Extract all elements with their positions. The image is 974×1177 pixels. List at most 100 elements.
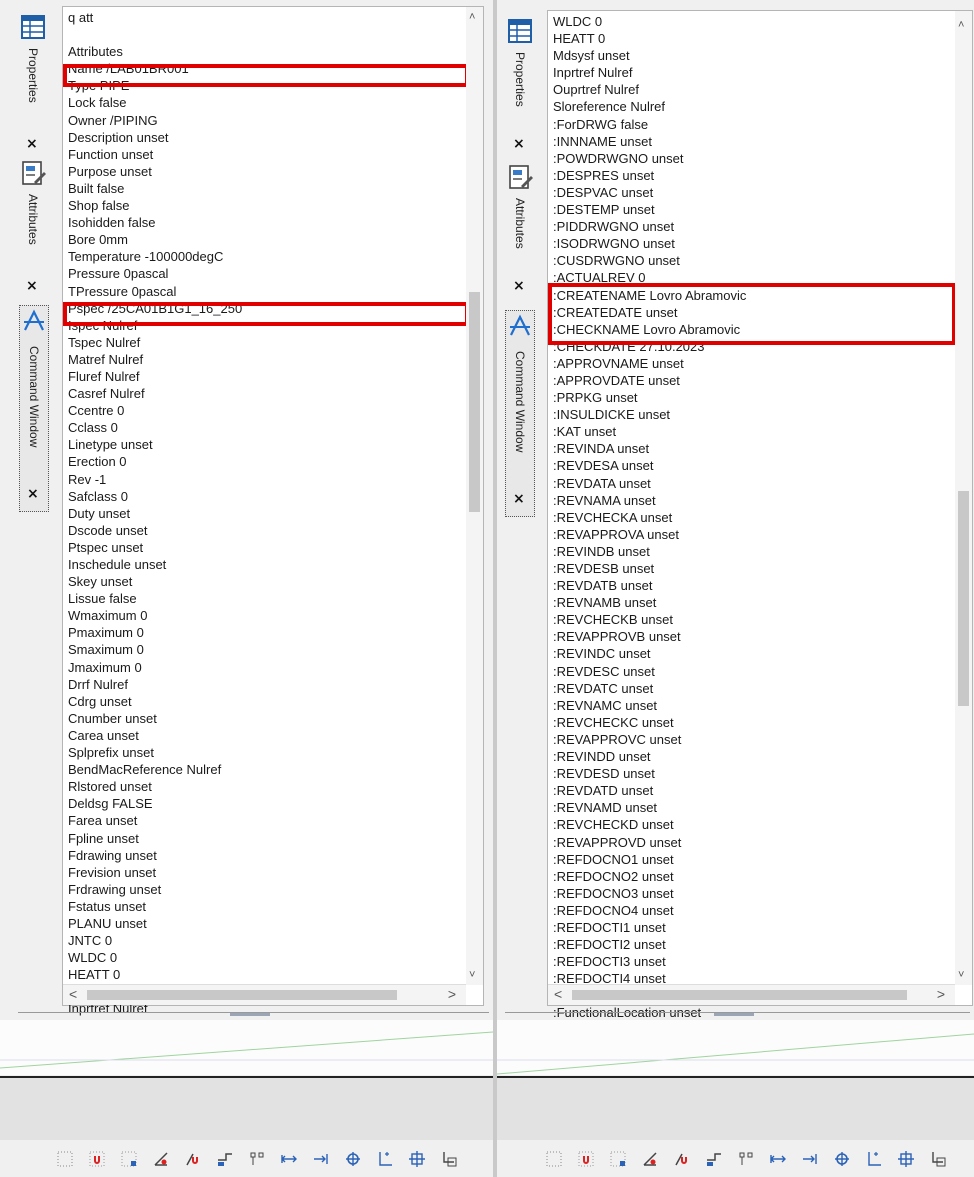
tab-attributes[interactable]: Attributes ×: [505, 164, 535, 294]
highlight-box-name: [63, 64, 469, 87]
grid-dots-snap-icon[interactable]: [609, 1150, 627, 1168]
ortho-snap-icon[interactable]: [216, 1150, 234, 1168]
attribute-line: Ptspec unset: [68, 539, 144, 555]
status-bar: [0, 1078, 493, 1140]
angle-snap-icon[interactable]: [641, 1150, 659, 1168]
text-snap-icon[interactable]: [929, 1150, 947, 1168]
attribute-line: Farea unset: [68, 813, 138, 829]
axis-snap-icon[interactable]: [865, 1150, 883, 1168]
vertical-tab-strip: Properties × Attributes × Command Window…: [497, 0, 547, 1000]
vertical-scrollbar[interactable]: ˄ ˅: [466, 7, 483, 985]
attribute-line: Fdrawing unset: [68, 847, 157, 863]
polar-magnet-icon[interactable]: [673, 1150, 691, 1168]
attribute-line: q att: [68, 10, 94, 25]
scroll-thumb[interactable]: [469, 292, 480, 512]
scroll-up-arrow[interactable]: ˄: [469, 11, 475, 23]
scroll-right-arrow[interactable]: >: [937, 986, 945, 1002]
highlight-box-pspec: [63, 302, 469, 326]
ortho-snap-icon[interactable]: [705, 1150, 723, 1168]
properties-grid-icon: [21, 15, 45, 39]
attribute-line: :REFDOCNO3 unset: [553, 885, 674, 901]
close-icon[interactable]: ×: [513, 136, 525, 152]
center-snap-icon[interactable]: [833, 1150, 851, 1168]
attribute-line: :REVDESA unset: [553, 458, 654, 474]
splitter-grip[interactable]: [714, 1013, 755, 1016]
attribute-line: Erection 0: [68, 454, 127, 470]
close-icon[interactable]: ×: [513, 278, 525, 294]
attribute-line: [68, 26, 463, 43]
splitter-grip[interactable]: [229, 1013, 270, 1016]
close-icon[interactable]: ×: [26, 278, 38, 294]
scroll-right-arrow[interactable]: >: [448, 986, 456, 1002]
attribute-line: :REVDATD unset: [553, 783, 654, 799]
tab-properties[interactable]: Properties ×: [505, 18, 535, 152]
scroll-down-arrow[interactable]: ˅: [469, 969, 475, 981]
attribute-line: :ISODRWGNO unset: [553, 236, 675, 252]
scroll-down-arrow[interactable]: ˅: [958, 969, 964, 981]
scroll-thumb[interactable]: [958, 491, 969, 706]
grid-snap-icon[interactable]: [56, 1150, 74, 1168]
attribute-line: Frevision unset: [68, 864, 157, 880]
attribute-line: :REVAPPROVC unset: [553, 731, 682, 747]
attribute-line: :REVINDD unset: [553, 749, 651, 765]
attribute-line: BendMacReference Nulref: [68, 762, 222, 778]
scroll-left-arrow[interactable]: <: [69, 986, 77, 1002]
attribute-line: :REVAPPROVB unset: [553, 629, 681, 645]
tab-command-window[interactable]: Command Window ×: [19, 305, 49, 512]
command-output-panel[interactable]: WLDC 0 HEATT 0 Mdsysf unset Inprtref Nulref…: [547, 10, 973, 1038]
panel-splitter[interactable]: [18, 1012, 489, 1019]
vertical-scrollbar[interactable]: ˄ ˅: [955, 11, 972, 985]
drawing-viewport[interactable]: [0, 1020, 493, 1075]
grid-snap-icon[interactable]: [545, 1150, 563, 1168]
magnet-snap-icon[interactable]: [88, 1150, 106, 1168]
text-snap-icon[interactable]: [440, 1150, 458, 1168]
attribute-line: Safclass 0: [68, 488, 128, 504]
scroll-left-arrow[interactable]: <: [554, 986, 562, 1002]
attribute-line: Temperature -100000degC: [68, 249, 224, 265]
polar-magnet-icon[interactable]: [184, 1150, 202, 1168]
attribute-line: :POWDRWGNO unset: [553, 150, 684, 166]
tab-attributes[interactable]: Attributes ×: [18, 160, 48, 294]
attribute-line: Function unset: [68, 146, 154, 162]
attribute-line: Bore 0mm: [68, 232, 128, 248]
dimension-icon[interactable]: [280, 1150, 298, 1168]
attribute-line: :REFDOCTI3 unset: [553, 954, 666, 970]
arrow-to-line-icon[interactable]: [801, 1150, 819, 1168]
drawing-viewport[interactable]: [497, 1020, 974, 1075]
scroll-up-arrow[interactable]: ˄: [958, 19, 964, 31]
axis-snap-icon[interactable]: [376, 1150, 394, 1168]
attribute-line: Casref Nulref: [68, 386, 145, 402]
grid-dots-snap-icon[interactable]: [120, 1150, 138, 1168]
attribute-line: :REVCHECKB unset: [553, 612, 673, 628]
scroll-thumb[interactable]: [572, 990, 907, 1000]
cross-snap-icon[interactable]: [897, 1150, 915, 1168]
arrow-to-line-icon[interactable]: [312, 1150, 330, 1168]
center-snap-icon[interactable]: [344, 1150, 362, 1168]
tab-properties[interactable]: Properties ×: [18, 14, 48, 152]
attribute-line: WLDC 0: [553, 14, 603, 29]
right-palette-pane: Properties × Attributes × Command Window…: [497, 0, 974, 1177]
attribute-line: Lissue false: [68, 591, 137, 607]
attribute-line: WLDC 0: [68, 950, 118, 966]
panel-splitter[interactable]: [505, 1012, 970, 1019]
dimension-icon[interactable]: [769, 1150, 787, 1168]
attribute-line: Fstatus unset: [68, 898, 147, 914]
scroll-thumb[interactable]: [87, 990, 397, 1000]
horizontal-scrollbar[interactable]: < >: [63, 984, 466, 1005]
attribute-line: :REVNAMC unset: [553, 697, 658, 713]
attribute-line: Tspec Nulref: [68, 334, 141, 350]
tab-command-window[interactable]: Command Window ×: [505, 310, 535, 517]
command-output-panel[interactable]: q att Attributes Name /LAB01BR001 Type PIPE…: [62, 6, 484, 1034]
close-icon[interactable]: ×: [27, 486, 39, 502]
angle-snap-icon[interactable]: [152, 1150, 170, 1168]
vertical-tab-strip: Properties × Attributes × Command Window…: [0, 0, 58, 1000]
horizontal-scrollbar[interactable]: < >: [548, 984, 955, 1005]
close-icon[interactable]: ×: [513, 491, 525, 507]
node-snap-icon[interactable]: [737, 1150, 755, 1168]
node-snap-icon[interactable]: [248, 1150, 266, 1168]
tab-command-window-label: Command Window: [513, 351, 527, 453]
attribute-line: Fluref Nulref: [68, 368, 140, 384]
magnet-snap-icon[interactable]: [577, 1150, 595, 1168]
cross-snap-icon[interactable]: [408, 1150, 426, 1168]
close-icon[interactable]: ×: [26, 136, 38, 152]
